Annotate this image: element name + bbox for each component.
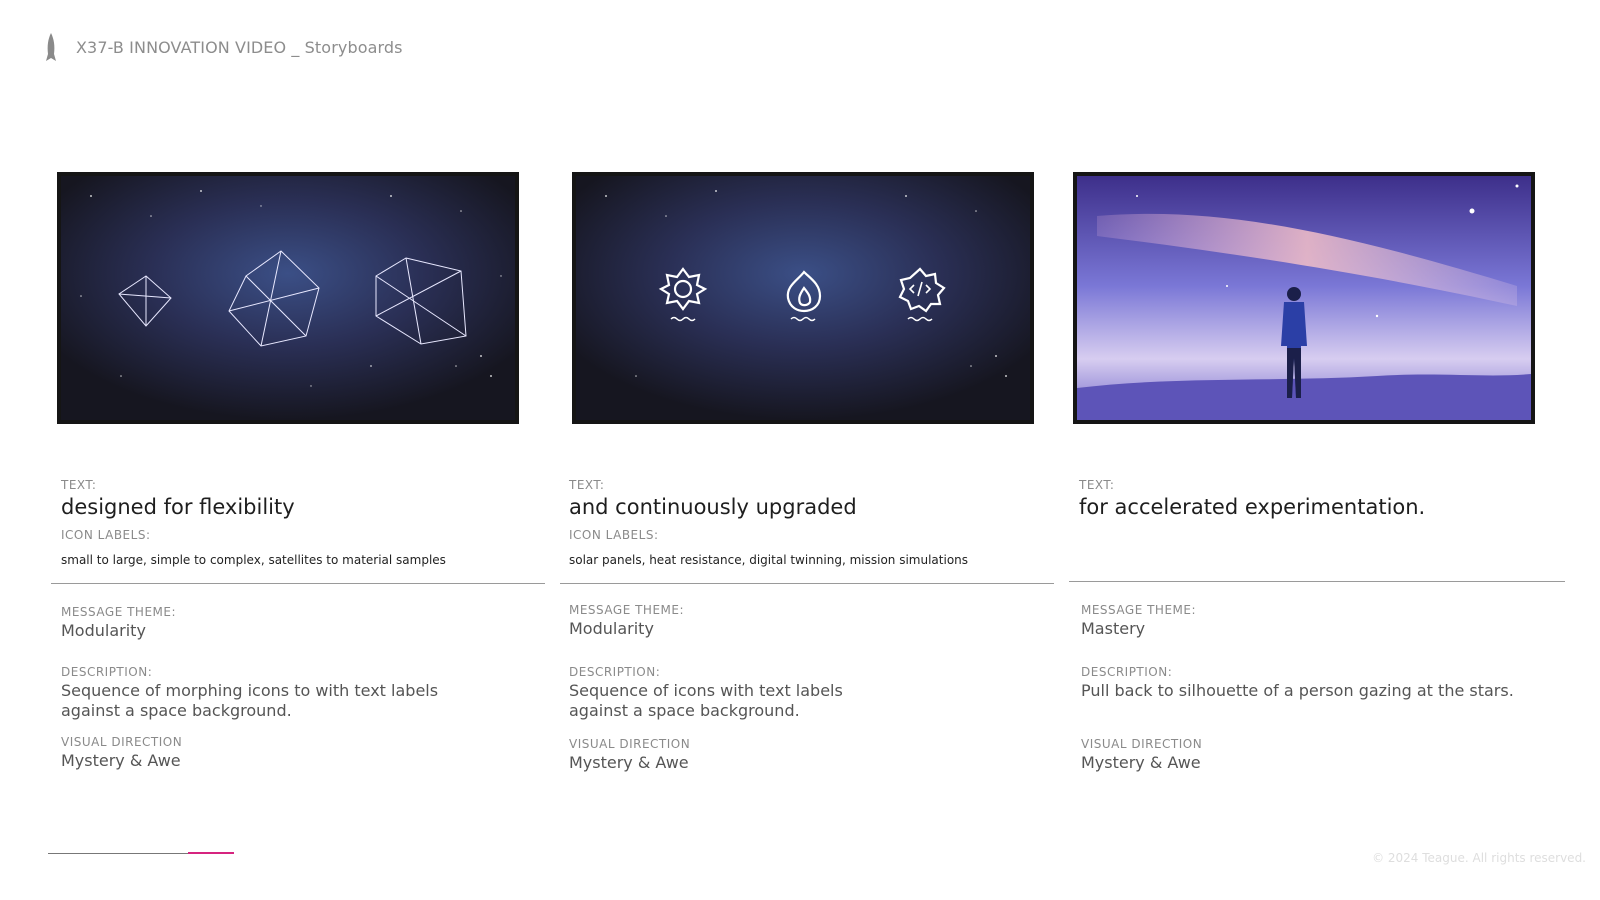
description-label: DESCRIPTION: <box>61 665 153 679</box>
footer-accent-rule <box>188 852 234 854</box>
theme-label: MESSAGE THEME: <box>61 605 176 619</box>
theme-value: Mastery <box>1081 619 1146 638</box>
text-label: TEXT: <box>1079 478 1115 492</box>
visual-direction-value: Mystery & Awe <box>569 753 689 772</box>
icon-labels-label: ICON LABELS: <box>569 528 659 542</box>
storyboard-frame-1 <box>57 172 519 424</box>
panel-1-text: TEXT: designed for flexibility ICON LABE… <box>61 478 541 568</box>
space-icons-image <box>576 176 1030 420</box>
description-line-1: Pull back to silhouette of a person gazi… <box>1081 681 1514 700</box>
footer-rule <box>48 853 188 854</box>
description-label: DESCRIPTION: <box>569 665 661 679</box>
voiceover-text: and continuously upgraded <box>569 495 857 519</box>
storyboard-frame-3 <box>1073 172 1535 424</box>
visual-direction-label: VISUAL DIRECTION <box>61 735 183 749</box>
storyboard-page: X37-B INNOVATION VIDEO _ Storyboards TEX… <box>0 0 1600 900</box>
visual-direction-label: VISUAL DIRECTION <box>569 737 691 751</box>
icon-labels-label: ICON LABELS: <box>61 528 151 542</box>
copyright: © 2024 Teague. All rights reserved. <box>1372 851 1586 865</box>
voiceover-text: for accelerated experimentation. <box>1079 495 1426 519</box>
panel-3-text: TEXT: for accelerated experimentation. <box>1079 478 1559 520</box>
panel-2-details: MESSAGE THEME: Modularity DESCRIPTION: S… <box>569 603 1049 773</box>
panel-1-details: MESSAGE THEME: Modularity DESCRIPTION: S… <box>61 605 541 771</box>
icon-labels: small to large, simple to complex, satel… <box>61 553 446 567</box>
theme-value: Modularity <box>61 621 146 640</box>
description-line-1: Sequence of morphing icons to with text … <box>61 681 439 700</box>
theme-value: Modularity <box>569 619 654 638</box>
voiceover-text: designed for flexibility <box>61 495 295 519</box>
storyboard-frame-2 <box>572 172 1034 424</box>
divider-1 <box>51 583 545 584</box>
visual-direction-label: VISUAL DIRECTION <box>1081 737 1203 751</box>
description-line-1: Sequence of icons with text labels <box>569 681 843 700</box>
description-line-2: against a space background. <box>61 701 292 720</box>
rocket-logo-icon <box>46 33 56 61</box>
description-line-2: against a space background. <box>569 701 800 720</box>
panel-3-details: MESSAGE THEME: Mastery DESCRIPTION: Pull… <box>1081 603 1561 773</box>
visual-direction-value: Mystery & Awe <box>1081 753 1201 772</box>
galaxy-person-image <box>1077 176 1531 420</box>
divider-3 <box>1069 581 1565 582</box>
theme-label: MESSAGE THEME: <box>569 603 684 617</box>
divider-2 <box>560 583 1054 584</box>
description-label: DESCRIPTION: <box>1081 665 1173 679</box>
header: X37-B INNOVATION VIDEO _ Storyboards <box>40 32 403 62</box>
icon-labels: solar panels, heat resistance, digital t… <box>569 553 969 567</box>
theme-label: MESSAGE THEME: <box>1081 603 1196 617</box>
panel-2-text: TEXT: and continuously upgraded ICON LAB… <box>569 478 1049 568</box>
visual-direction-value: Mystery & Awe <box>61 751 181 770</box>
space-polyhedra-image <box>61 176 515 420</box>
page-title: X37-B INNOVATION VIDEO _ Storyboards <box>76 37 403 57</box>
text-label: TEXT: <box>569 478 605 492</box>
text-label: TEXT: <box>61 478 97 492</box>
